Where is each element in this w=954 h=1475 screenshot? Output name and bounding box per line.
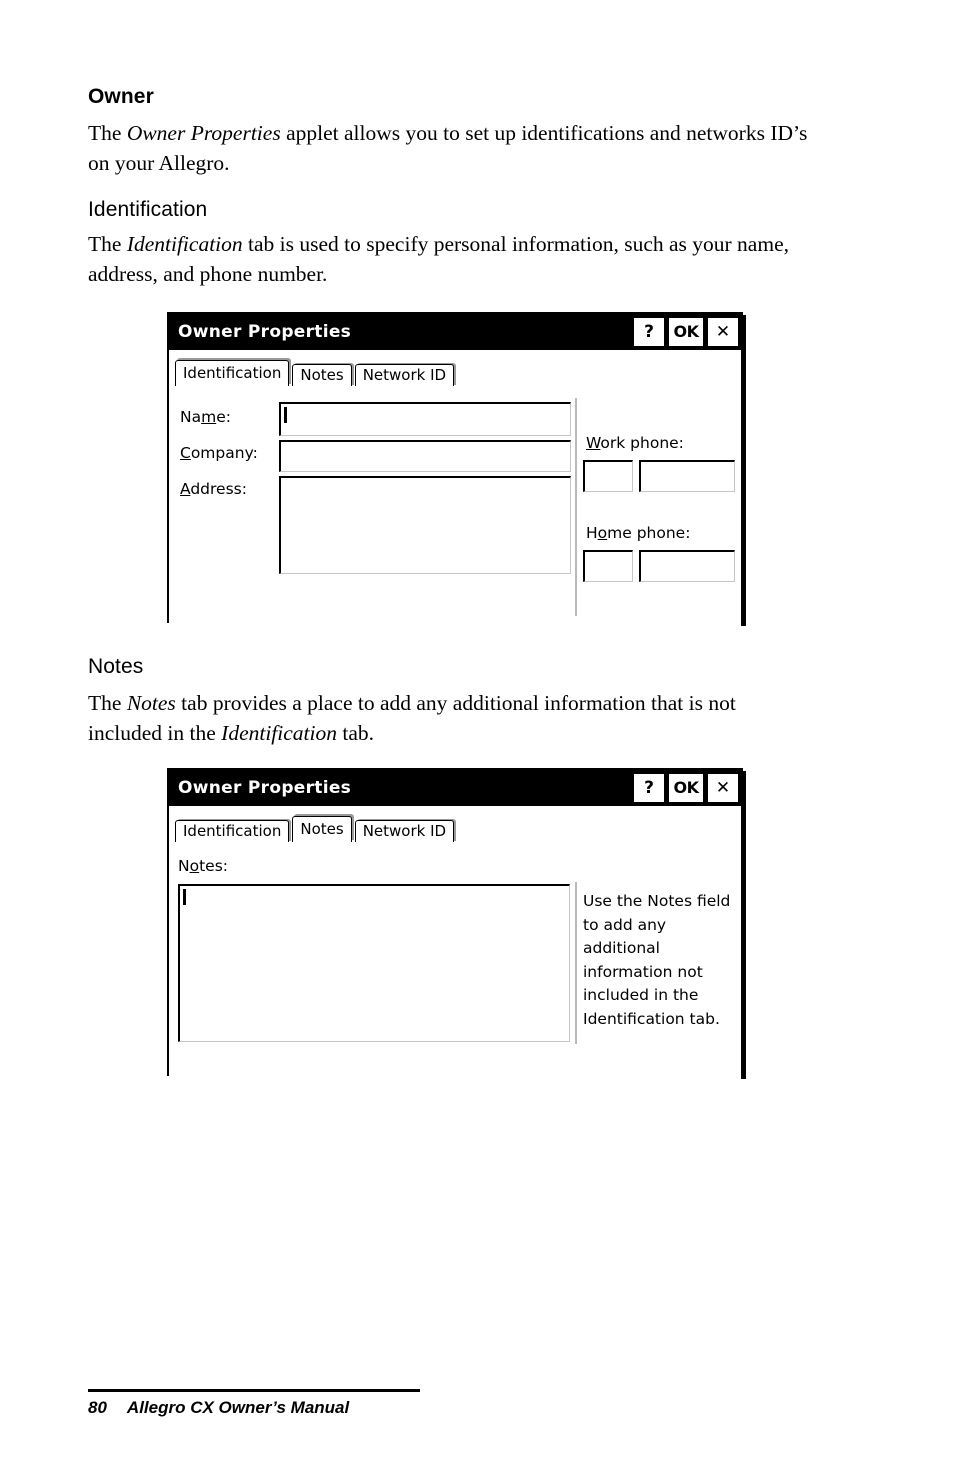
titlebar-identification: Owner Properties ? OK ✕ [169,314,741,350]
work-phone-label: Work phone: [586,434,684,452]
section-heading-notes: Notes [88,655,144,678]
titlebar-notes: Owner Properties ? OK ✕ [169,770,741,806]
work-phone-number-input[interactable] [639,460,735,492]
close-icon[interactable]: ✕ [708,318,738,346]
notes-help-text: Use the Notes field to add any additiona… [583,892,731,1028]
name-label: Name: [180,408,231,426]
notes-part2: tab provides a place to add any addition… [88,691,736,745]
close-icon[interactable]: ✕ [708,774,738,802]
tab-network-id[interactable]: Network ID [354,820,455,842]
paragraph-notes: The Notes tab provides a place to add an… [88,688,788,748]
tab-strip-identification: Identification Notes Network ID [175,356,741,386]
page-number: 80 [88,1398,107,1417]
panel-divider [575,882,577,1044]
tab-notes[interactable]: Notes [292,816,352,842]
tab-identification[interactable]: Identification [175,820,290,842]
tab-strip-notes: Identification Notes Network ID [175,812,741,842]
footer: 80 Allegro CX Owner’s Manual [88,1398,349,1418]
tab-network-id[interactable]: Network ID [354,364,455,386]
identification-emphasis: Identification [126,232,243,256]
home-phone-number-input[interactable] [639,550,735,582]
notes-emphasis2: Identification [221,721,337,745]
window-title: Owner Properties [178,322,352,342]
section-heading-owner: Owner [88,85,154,108]
paragraph-identification: The Identification tab is used to specif… [88,229,816,289]
footer-rule [88,1389,420,1392]
tab-notes[interactable]: Notes [292,364,352,386]
address-input[interactable] [279,476,571,574]
pane-identification: Name: Company: Address: Work phone: Home… [169,392,741,627]
ok-button[interactable]: OK [669,774,703,802]
text-caret [183,889,186,905]
company-label: Company: [180,444,258,462]
notes-part1: The [88,691,127,715]
paragraph-owner-intro: The Owner Properties applet allows you t… [88,118,813,178]
dialog-owner-properties-identification[interactable]: Owner Properties ? OK ✕ Identification N… [167,312,743,627]
notes-part3: tab. [337,721,375,745]
work-phone-area-code-input[interactable] [583,460,633,492]
manual-title: Allegro CX Owner’s Manual [126,1398,350,1417]
ok-button[interactable]: OK [669,318,703,346]
owner-intro-part1: The [88,121,127,145]
home-phone-label: Home phone: [586,524,691,542]
panel-divider [575,398,577,616]
name-input[interactable] [279,402,571,436]
section-heading-identification: Identification [88,198,208,221]
tab-identification[interactable]: Identification [175,360,290,386]
help-icon[interactable]: ? [634,318,664,346]
dialog-body-identification: Identification Notes Network ID Name: Co… [169,356,741,627]
window-title: Owner Properties [178,778,352,798]
notes-textarea[interactable] [178,884,570,1042]
address-label: Address: [180,480,247,498]
owner-intro-emphasis: Owner Properties [126,121,281,145]
identification-part1: The [88,232,127,256]
notes-emphasis1: Notes [126,691,176,715]
dialog-body-notes: Identification Notes Network ID Notes: U… [169,812,741,1080]
home-phone-area-code-input[interactable] [583,550,633,582]
text-caret [284,407,287,423]
dialog-owner-properties-notes[interactable]: Owner Properties ? OK ✕ Identification N… [167,768,743,1080]
pane-notes: Notes: Use the Notes field to add any ad… [169,848,741,1080]
help-icon[interactable]: ? [634,774,664,802]
company-input[interactable] [279,440,571,472]
notes-label: Notes: [178,857,229,875]
